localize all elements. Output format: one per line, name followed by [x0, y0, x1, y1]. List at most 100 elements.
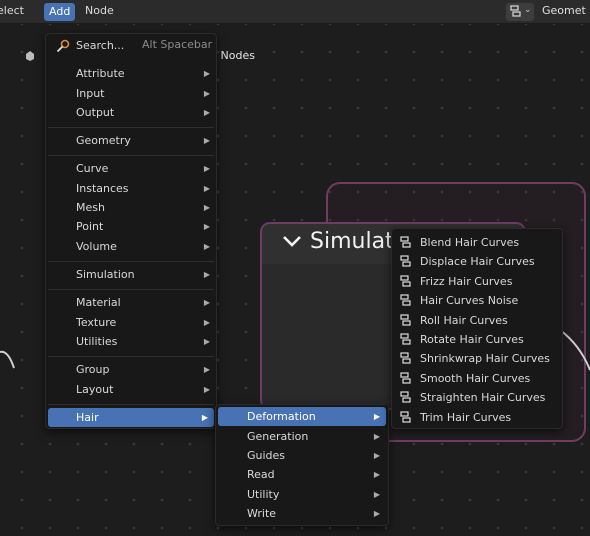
select-menu[interactable]: elect — [0, 4, 24, 17]
submenu-arrow-icon: ▶ — [203, 318, 210, 327]
geometry-nodes-icon — [26, 51, 34, 61]
node-editor-header: elect Add Node ⌄ Geomet — [0, 0, 590, 24]
menu-item-utility[interactable]: Utility ▶ — [247, 485, 386, 504]
menu-item-label: Attribute — [76, 67, 125, 80]
menu-separator — [48, 356, 214, 357]
menu-item-blend-hair-curves[interactable]: Blend Hair Curves — [398, 233, 560, 252]
menu-item-roll-hair-curves[interactable]: Roll Hair Curves — [398, 311, 560, 330]
menu-item-instances[interactable]: Instances ▶ — [76, 179, 216, 198]
menu-item-input[interactable]: Input ▶ — [76, 84, 216, 103]
menu-item-trim-hair-curves[interactable]: Trim Hair Curves — [398, 408, 560, 427]
menu-item-label: Curve — [76, 162, 109, 175]
menu-separator — [48, 155, 214, 156]
menu-item-shrinkwrap-hair-curves[interactable]: Shrinkwrap Hair Curves — [398, 349, 560, 368]
menu-item-label: Utilities — [76, 335, 118, 348]
menu-item-label: Read — [247, 468, 275, 481]
menu-item-texture[interactable]: Texture ▶ — [76, 313, 216, 332]
menu-item-write[interactable]: Write ▶ — [247, 504, 386, 523]
submenu-arrow-icon: ▶ — [373, 412, 380, 421]
menu-item-displace-hair-curves[interactable]: Displace Hair Curves — [398, 252, 560, 271]
menu-item-label: Straighten Hair Curves — [420, 391, 546, 405]
menu-item-utilities[interactable]: Utilities ▶ — [76, 332, 216, 351]
menu-item-generation[interactable]: Generation ▶ — [247, 427, 386, 446]
menu-item-label: Generation — [247, 430, 309, 443]
editor-type-dropdown[interactable]: ⌄ — [506, 3, 534, 21]
menu-item-label: Volume — [76, 240, 117, 253]
menu-item-label: Utility — [247, 488, 280, 501]
menu-item-label: Displace Hair Curves — [420, 255, 535, 269]
menu-item-label: Deformation — [247, 410, 316, 423]
submenu-arrow-icon: ▶ — [203, 184, 210, 193]
submenu-arrow-icon: ▶ — [203, 385, 210, 394]
menu-item-read[interactable]: Read ▶ — [247, 465, 386, 484]
submenu-arrow-icon: ▶ — [203, 365, 210, 374]
node-title: Simulati — [310, 229, 400, 254]
submenu-arrow-icon: ▶ — [203, 337, 210, 346]
submenu-arrow-icon: ▶ — [373, 490, 380, 499]
menu-item-material[interactable]: Material ▶ — [76, 293, 216, 312]
menu-item-label: Rotate Hair Curves — [420, 333, 524, 346]
node-group-icon — [400, 410, 411, 423]
submenu-arrow-icon: ▶ — [373, 470, 380, 479]
menu-item-straighten-hair-curves[interactable]: Straighten Hair Curves — [398, 388, 560, 407]
node-group-icon — [400, 352, 411, 364]
menu-item-label: Write — [247, 507, 277, 520]
menu-item-label: Mesh — [76, 201, 105, 214]
search-shortcut: Alt Spacebar — [142, 38, 213, 51]
collapse-chevron-icon[interactable] — [282, 234, 302, 248]
menu-item-hair-curves-noise[interactable]: Hair Curves Noise — [398, 291, 560, 310]
menu-item-point[interactable]: Point ▶ — [76, 217, 216, 236]
submenu-arrow-icon: ▶ — [203, 136, 210, 145]
submenu-arrow-icon: ▶ — [373, 509, 380, 518]
menu-item-label: Texture — [76, 316, 117, 329]
menu-item-guides[interactable]: Guides ▶ — [247, 446, 386, 465]
menu-item-layout[interactable]: Layout ▶ — [76, 380, 216, 399]
node-menu[interactable]: Node — [85, 4, 114, 17]
submenu-arrow-icon: ▶ — [203, 69, 210, 78]
submenu-arrow-icon: ▶ — [203, 89, 210, 98]
add-menu[interactable]: Add — [44, 3, 76, 21]
menu-item-label: Layout — [76, 383, 114, 396]
submenu-arrow-icon: ▶ — [203, 203, 210, 212]
menu-item-smooth-hair-curves[interactable]: Smooth Hair Curves — [398, 369, 560, 388]
node-group-icon — [400, 313, 411, 326]
menu-item-label: Point — [76, 220, 104, 233]
submenu-arrow-icon: ▶ — [203, 270, 210, 279]
node-tree-name[interactable]: Geomet — [542, 4, 586, 17]
menu-item-label: Material — [76, 296, 121, 309]
node-group-icon — [400, 255, 411, 267]
menu-item-mesh[interactable]: Mesh ▶ — [76, 198, 216, 217]
submenu-arrow-icon: ▶ — [373, 451, 380, 460]
node-group-icon — [400, 372, 411, 384]
deformation-submenu-panel: Blend Hair Curves Displace Hair Curves Fri… — [391, 228, 563, 429]
menu-item-geometry[interactable]: Geometry ▶ — [76, 131, 216, 150]
menu-item-attribute[interactable]: Attribute ▶ — [76, 64, 216, 83]
node-group-icon — [400, 275, 411, 287]
node-tree-icon — [510, 5, 521, 17]
menu-item-label: Trim Hair Curves — [420, 410, 512, 424]
menu-item-label: Geometry — [76, 134, 131, 147]
menu-item-rotate-hair-curves[interactable]: Rotate Hair Curves — [398, 330, 560, 349]
menu-item-label: Guides — [247, 449, 286, 462]
menu-item-deformation[interactable]: Deformation ▶ — [218, 407, 386, 426]
menu-item-hair[interactable]: Hair ▶ — [48, 408, 214, 427]
menu-item-output[interactable]: Output ▶ — [76, 103, 216, 122]
menu-separator — [48, 404, 214, 405]
submenu-arrow-icon: ▶ — [201, 413, 208, 422]
menu-item-group[interactable]: Group ▶ — [76, 360, 216, 379]
menu-item-label: Hair — [76, 411, 99, 424]
menu-item-label: Output — [76, 106, 115, 119]
menu-item-frizz-hair-curves[interactable]: Frizz Hair Curves — [398, 272, 560, 291]
menu-item-volume[interactable]: Volume ▶ — [76, 237, 216, 256]
submenu-arrow-icon: ▶ — [203, 164, 210, 173]
menu-separator — [48, 127, 214, 128]
node-group-icon — [400, 236, 411, 248]
menu-item-label: Group — [76, 363, 110, 376]
node-group-icon — [400, 294, 411, 306]
hair-submenu-panel: Deformation ▶ Generation ▶ Guides ▶ Read ▶ U… — [215, 404, 389, 526]
submenu-arrow-icon: ▶ — [203, 108, 210, 117]
search-label: Search... — [76, 39, 125, 52]
menu-item-label: Input — [76, 87, 105, 100]
menu-item-curve[interactable]: Curve ▶ — [76, 159, 216, 178]
menu-item-simulation[interactable]: Simulation ▶ — [76, 265, 216, 284]
